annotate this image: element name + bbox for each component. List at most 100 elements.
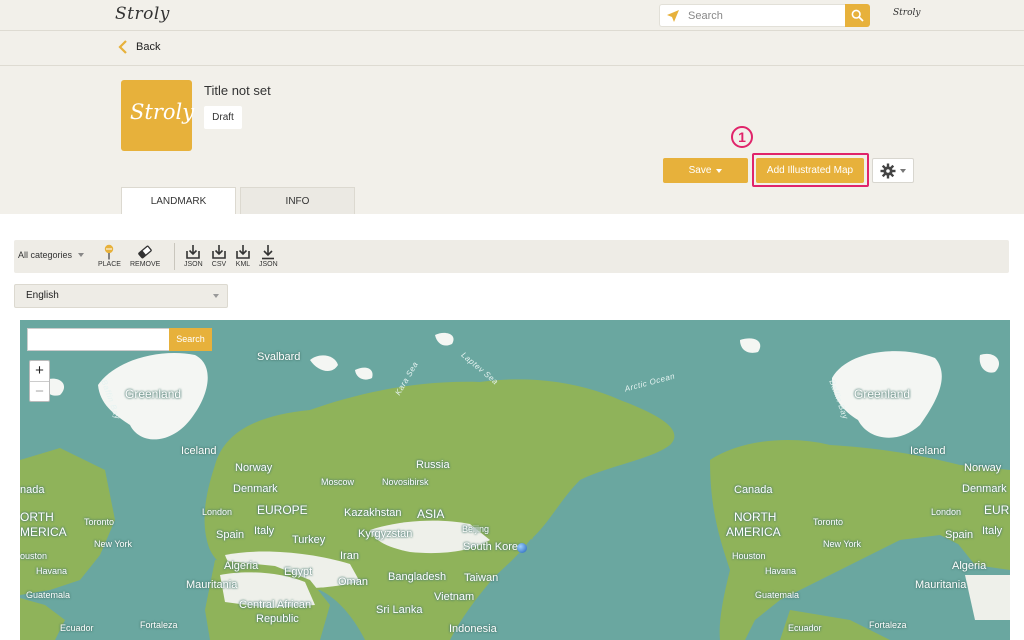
map-label: MERICA — [20, 525, 67, 539]
import-icon — [212, 245, 226, 259]
zoom-out-button[interactable]: − — [30, 381, 49, 401]
map-label: Ecuador — [788, 623, 822, 633]
map-label: Bangladesh — [388, 571, 447, 583]
map-label: Fortaleza — [140, 620, 178, 630]
map-label: Italy — [254, 525, 275, 537]
place-tool[interactable]: PLACE — [98, 244, 121, 268]
map-label: Moscow — [321, 477, 355, 487]
map-label: Central African — [239, 599, 312, 611]
map-label: Republic — [256, 613, 299, 625]
map-thumbnail[interactable]: Stroly — [121, 80, 195, 151]
map-label: London — [202, 507, 233, 517]
location-marker-icon[interactable] — [517, 543, 527, 553]
map-search-input[interactable] — [27, 328, 169, 351]
map-label: ORTH — [20, 510, 54, 524]
map-label: ASIA — [417, 507, 445, 521]
place-label: PLACE — [98, 261, 121, 268]
map-label: Novosibirsk — [382, 477, 429, 487]
top-bar: Stroly Stroly — [0, 0, 1024, 31]
add-illustrated-map-button[interactable]: Add Illustrated Map — [756, 158, 864, 183]
tab-info[interactable]: INFO — [240, 187, 355, 215]
eraser-icon — [138, 245, 152, 259]
import-json-label: JSON — [184, 261, 203, 268]
map-label: Indonesia — [449, 623, 497, 635]
category-value: All categories — [18, 250, 73, 260]
map-label: Beijing — [462, 524, 490, 534]
caret-down-icon — [213, 294, 219, 298]
category-select[interactable]: All categories — [18, 250, 85, 260]
main-panel: All categories PLACE REMOVE JSON CSV KML… — [0, 214, 1024, 640]
map-label: Svalbard — [257, 351, 301, 363]
download-icon — [262, 245, 275, 260]
save-button[interactable]: Save — [663, 158, 748, 183]
map-label: New York — [823, 539, 862, 549]
tab-landmark[interactable]: LANDMARK — [121, 187, 236, 215]
map-label: Fortaleza — [869, 620, 907, 630]
map-label: Greenland — [854, 387, 911, 401]
map-label: NORTH — [734, 510, 777, 524]
import-json-tool[interactable]: JSON — [184, 244, 203, 268]
import-csv-label: CSV — [211, 261, 227, 268]
map-label: Algeria — [224, 560, 259, 572]
language-value: English — [26, 290, 59, 301]
map-label: Spain — [216, 529, 245, 541]
import-icon — [236, 245, 250, 259]
chevron-left-icon — [118, 40, 127, 54]
zoom-in-button[interactable]: + — [30, 361, 49, 381]
caret-down-icon — [78, 253, 85, 257]
world-map[interactable]: Search + − Svalbard Greenland Greenland … — [20, 320, 1010, 640]
map-label: Algeria — [952, 560, 987, 572]
map-label: Canada — [734, 484, 773, 496]
import-csv-tool[interactable]: CSV — [211, 244, 227, 268]
search-icon — [851, 9, 864, 22]
map-label: Norway — [964, 462, 1002, 474]
global-search-box — [659, 4, 845, 27]
back-link[interactable]: Back — [118, 40, 160, 54]
map-label: AMERICA — [726, 525, 781, 539]
map-label: Taiwan — [464, 572, 499, 584]
thumbnail-logo: Stroly — [130, 100, 195, 124]
map-label: London — [931, 507, 962, 517]
map-label: Turkey — [292, 534, 326, 546]
location-arrow-icon[interactable] — [666, 9, 680, 23]
settings-button[interactable] — [872, 158, 914, 183]
map-tiles — [20, 332, 1010, 640]
global-search-input[interactable] — [688, 7, 838, 25]
map-label: Kyrgyzstan — [358, 528, 413, 540]
map-label: South Korea — [463, 541, 525, 553]
map-label: Iran — [340, 550, 359, 562]
map-title: Title not set — [204, 83, 271, 98]
download-json-tool[interactable]: JSON — [259, 244, 278, 268]
map-search-button[interactable]: Search — [169, 328, 212, 351]
map-label: Kazakhstan — [344, 507, 402, 519]
map-label: Havana — [36, 566, 68, 576]
map-label: Guatemala — [755, 590, 800, 600]
stroly-logo[interactable]: Stroly — [115, 4, 170, 24]
import-kml-label: KML — [235, 261, 251, 268]
map-label: Mauritania — [186, 579, 238, 591]
import-icon — [186, 245, 201, 259]
map-label: Toronto — [813, 517, 844, 527]
user-account-logo[interactable]: Stroly — [893, 8, 920, 18]
import-kml-tool[interactable]: KML — [235, 244, 251, 268]
map-label: Italy — [982, 525, 1003, 537]
map-label: Denmark — [962, 483, 1007, 495]
remove-tool[interactable]: REMOVE — [130, 244, 160, 268]
map-label: EURO — [984, 503, 1010, 517]
caret-down-icon — [900, 168, 906, 173]
language-select[interactable]: English — [14, 284, 228, 308]
map-label: Russia — [416, 459, 450, 471]
global-search-button[interactable] — [845, 4, 870, 27]
map-label: Greenland — [125, 387, 182, 401]
map-label: New York — [94, 539, 133, 549]
remove-label: REMOVE — [130, 261, 161, 268]
map-label: Denmark — [233, 483, 278, 495]
annotation-number: 1 — [731, 126, 753, 148]
map-label: Sri Lanka — [376, 604, 423, 616]
map-label: Mauritania — [915, 579, 967, 591]
map-label: Iceland — [910, 445, 946, 457]
map-label: Toronto — [84, 517, 115, 527]
download-json-label: JSON — [259, 261, 278, 268]
map-label: Egypt — [284, 566, 313, 578]
map-label: Norway — [235, 462, 273, 474]
